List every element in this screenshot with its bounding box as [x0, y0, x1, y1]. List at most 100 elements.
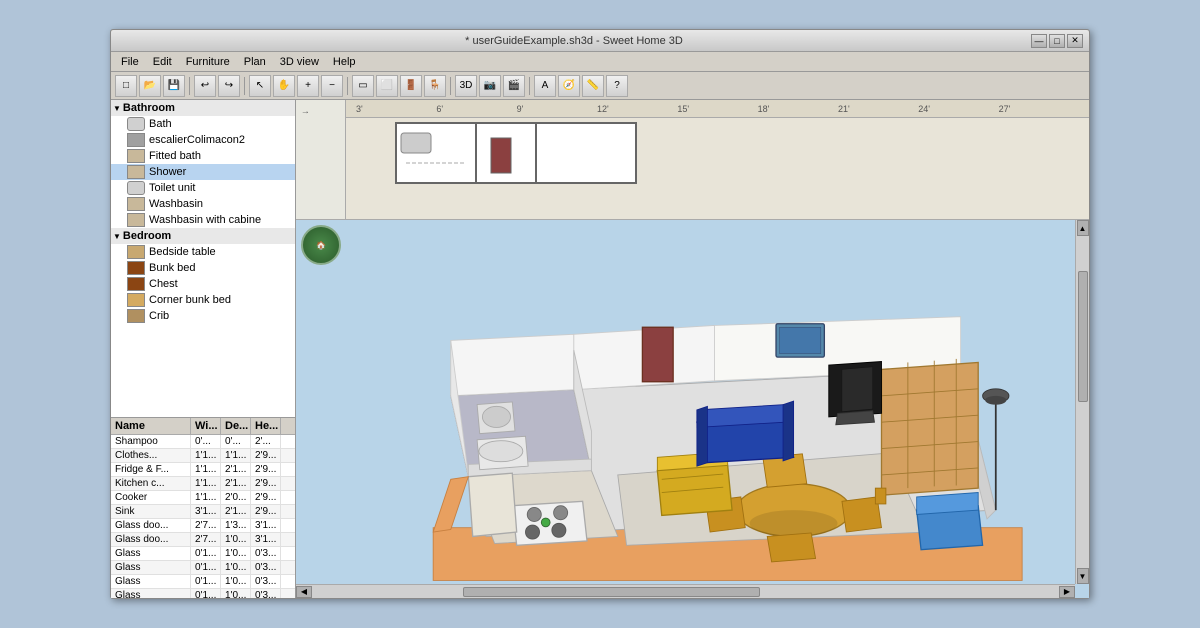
- cell-name: Cooker: [111, 491, 191, 504]
- help-button[interactable]: ?: [606, 75, 628, 97]
- table-row[interactable]: Glass 0'1... 1'0... 0'3...: [111, 575, 295, 589]
- application-window: * userGuideExample.sh3d - Sweet Home 3D …: [110, 29, 1090, 599]
- table-row[interactable]: Shampoo 0'... 0'... 2'...: [111, 435, 295, 449]
- menu-plan[interactable]: Plan: [238, 54, 272, 70]
- maximize-button[interactable]: □: [1049, 34, 1065, 48]
- ruler-mark-15: 15': [677, 104, 757, 114]
- 3d-button[interactable]: 3D: [455, 75, 477, 97]
- scroll-down-btn[interactable]: ▼: [1077, 568, 1089, 584]
- v-scrollbar-thumb[interactable]: [1078, 271, 1088, 402]
- toolbar-sep-5: [529, 77, 530, 95]
- item-chest[interactable]: Chest: [111, 276, 295, 292]
- furniture-table[interactable]: Name Wi... De... He... Shampoo 0'... 0'.…: [111, 418, 295, 598]
- item-cornerbunkbed[interactable]: Corner bunk bed: [111, 292, 295, 308]
- open-button[interactable]: 📂: [139, 75, 161, 97]
- table-row[interactable]: Glass 0'1... 1'0... 0'3...: [111, 561, 295, 575]
- scroll-up-btn[interactable]: ▲: [1077, 220, 1089, 236]
- item-bath[interactable]: Bath: [111, 116, 295, 132]
- save-button[interactable]: 💾: [163, 75, 185, 97]
- 3d-view[interactable]: 🏠 SOFTPEDIA: [296, 220, 1089, 598]
- cell-name: Clothes...: [111, 449, 191, 462]
- item-escalier[interactable]: escalierColimacon2: [111, 132, 295, 148]
- item-washbasincabinet[interactable]: Washbasin with cabine: [111, 212, 295, 228]
- left-panel: ▼ Bathroom Bath escalierColimacon2 Fitte…: [111, 100, 296, 598]
- cell-name: Glass: [111, 575, 191, 588]
- table-row[interactable]: Glass 0'1... 1'0... 0'3...: [111, 547, 295, 561]
- table-row[interactable]: Cooker 1'1... 2'0... 2'9...: [111, 491, 295, 505]
- zoom-in-button[interactable]: +: [297, 75, 319, 97]
- menu-furniture[interactable]: Furniture: [180, 54, 236, 70]
- table-row[interactable]: Glass doo... 2'7... 1'3... 3'1...: [111, 519, 295, 533]
- new-button[interactable]: □: [115, 75, 137, 97]
- pan-button[interactable]: ✋: [273, 75, 295, 97]
- item-toilet[interactable]: Toilet unit: [111, 180, 295, 196]
- h-scrollbar[interactable]: ◀ ▶: [296, 584, 1075, 598]
- item-bedsidetable-label: Bedside table: [149, 246, 216, 258]
- wall-button[interactable]: ▭: [352, 75, 374, 97]
- compass-button[interactable]: 🧭: [558, 75, 580, 97]
- room-button[interactable]: ⬜: [376, 75, 398, 97]
- table-row[interactable]: Fridge & F... 1'1... 2'1... 2'9...: [111, 463, 295, 477]
- menu-3dview[interactable]: 3D view: [274, 54, 325, 70]
- scroll-left-btn[interactable]: ◀: [296, 586, 312, 598]
- item-crib[interactable]: Crib: [111, 308, 295, 324]
- cell-depth: 2'0...: [221, 491, 251, 504]
- minimize-button[interactable]: —: [1031, 34, 1047, 48]
- furniture-button[interactable]: 🪑: [424, 75, 446, 97]
- item-bunkbed[interactable]: Bunk bed: [111, 260, 295, 276]
- close-button[interactable]: ✕: [1067, 34, 1083, 48]
- cell-height: 3'1...: [251, 519, 281, 532]
- cell-width: 2'7...: [191, 519, 221, 532]
- floorplan-3d-svg: [296, 220, 1089, 598]
- table-row[interactable]: Clothes... 1'1... 1'1... 2'9...: [111, 449, 295, 463]
- menu-file[interactable]: File: [115, 54, 145, 70]
- redo-button[interactable]: ↪: [218, 75, 240, 97]
- bedsidetable-icon: [127, 245, 145, 259]
- select-button[interactable]: ↖: [249, 75, 271, 97]
- cell-height: 0'3...: [251, 575, 281, 588]
- photo-button[interactable]: 📷: [479, 75, 501, 97]
- ruler-button[interactable]: 📏: [582, 75, 604, 97]
- undo-button[interactable]: ↩: [194, 75, 216, 97]
- door-button[interactable]: 🚪: [400, 75, 422, 97]
- ruler-mark-18: 18': [758, 104, 838, 114]
- cell-depth: 1'0...: [221, 547, 251, 560]
- table-row[interactable]: Sink 3'1... 2'1... 2'9...: [111, 505, 295, 519]
- item-chest-label: Chest: [149, 278, 178, 290]
- item-washbasin[interactable]: Washbasin: [111, 196, 295, 212]
- v-scrollbar-track: [1078, 238, 1088, 566]
- window-title: * userGuideExample.sh3d - Sweet Home 3D: [117, 35, 1031, 47]
- ruler-mark-24: 24': [918, 104, 998, 114]
- table-body: Shampoo 0'... 0'... 2'... Clothes... 1'1…: [111, 435, 295, 598]
- mini-plan-svg: [346, 118, 1089, 219]
- cell-name: Fridge & F...: [111, 463, 191, 476]
- toilet-icon: [127, 181, 145, 195]
- ruler-mark-12: 12': [597, 104, 677, 114]
- category-bathroom[interactable]: ▼ Bathroom: [111, 100, 295, 116]
- furniture-tree[interactable]: ▼ Bathroom Bath escalierColimacon2 Fitte…: [111, 100, 295, 418]
- item-bedsidetable[interactable]: Bedside table: [111, 244, 295, 260]
- washbasincabinet-icon: [127, 213, 145, 227]
- plan-overview[interactable]: 3' 6' 9' 12' 15' 18' 21' 24' 27': [346, 100, 1089, 219]
- scroll-right-btn[interactable]: ▶: [1059, 586, 1075, 598]
- v-scrollbar[interactable]: ▲ ▼: [1075, 220, 1089, 584]
- main-content: ▼ Bathroom Bath escalierColimacon2 Fitte…: [111, 100, 1089, 598]
- item-bunkbed-label: Bunk bed: [149, 262, 195, 274]
- menu-edit[interactable]: Edit: [147, 54, 178, 70]
- category-bedroom[interactable]: ▼ Bedroom: [111, 228, 295, 244]
- video-button[interactable]: 🎬: [503, 75, 525, 97]
- cell-width: 0'1...: [191, 589, 221, 598]
- table-row[interactable]: Kitchen c... 1'1... 2'1... 2'9...: [111, 477, 295, 491]
- cell-depth: 1'3...: [221, 519, 251, 532]
- item-shower[interactable]: Shower: [111, 164, 295, 180]
- h-scrollbar-thumb[interactable]: [463, 587, 760, 597]
- zoom-out-button[interactable]: −: [321, 75, 343, 97]
- ruler-mark-3: 3': [356, 104, 436, 114]
- table-header: Name Wi... De... He...: [111, 418, 295, 435]
- table-row[interactable]: Glass 0'1... 1'0... 0'3...: [111, 589, 295, 598]
- table-row[interactable]: Glass doo... 2'7... 1'0... 3'1...: [111, 533, 295, 547]
- item-fittedbath[interactable]: Fitted bath: [111, 148, 295, 164]
- text-button[interactable]: A: [534, 75, 556, 97]
- menu-help[interactable]: Help: [327, 54, 362, 70]
- ruler-top-bar: 3' 6' 9' 12' 15' 18' 21' 24' 27': [346, 100, 1089, 118]
